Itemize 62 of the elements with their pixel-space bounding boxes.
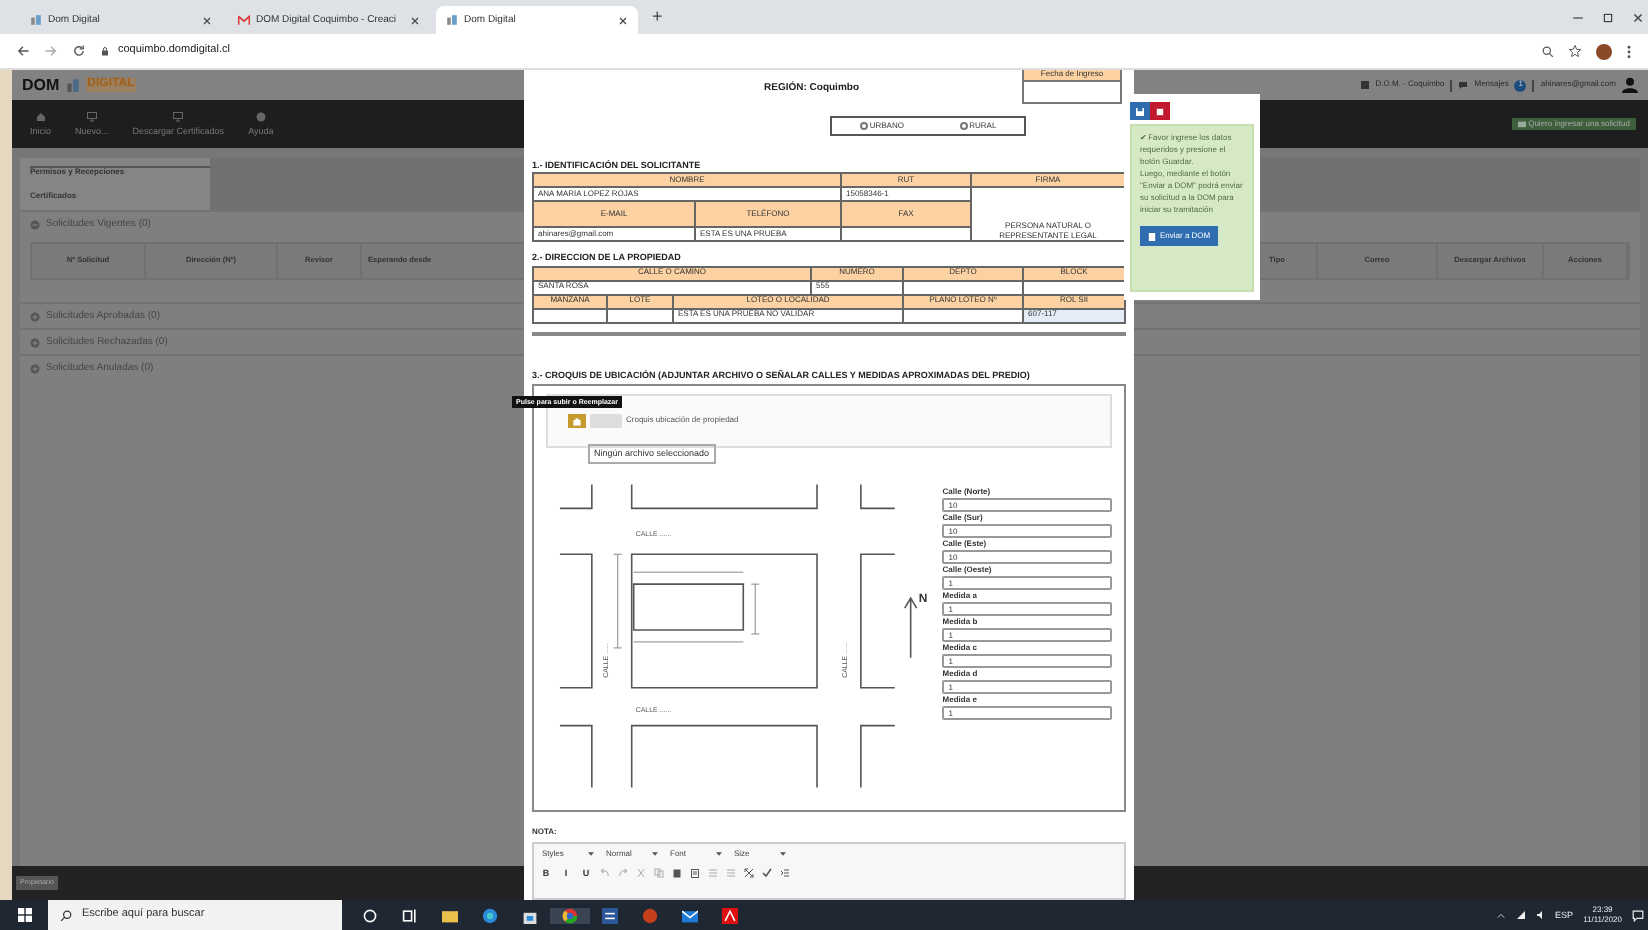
profile-avatar-icon[interactable]	[1596, 43, 1612, 59]
user-icon	[1622, 76, 1638, 94]
monitor-icon	[85, 111, 98, 122]
minimize-icon[interactable]	[1572, 11, 1584, 23]
caret-icon	[716, 852, 722, 857]
star-icon[interactable]	[1568, 44, 1582, 58]
logo-text: DOM	[22, 75, 60, 95]
folder-icon[interactable]	[442, 907, 458, 923]
building-icon	[446, 14, 458, 26]
radio-button[interactable]	[859, 121, 868, 130]
caret-icon	[588, 852, 594, 857]
messages-icon	[1458, 80, 1469, 90]
shopping-bag-icon[interactable]	[522, 907, 538, 923]
notification-icon[interactable]	[1632, 909, 1644, 921]
north-arrow-icon	[903, 596, 918, 659]
cortana-circle-icon[interactable]	[362, 907, 378, 923]
chevron-up-icon[interactable]	[1495, 911, 1506, 919]
logo-icon	[65, 76, 80, 94]
close-icon[interactable]	[1632, 11, 1644, 23]
building-icon	[30, 14, 42, 26]
clipboard-text-icon[interactable]	[690, 867, 700, 878]
monitor-icon	[172, 111, 185, 122]
lock-icon	[100, 46, 110, 56]
maximize-icon[interactable]	[1602, 11, 1614, 23]
maximize-icon[interactable]	[744, 867, 754, 878]
task-view-icon[interactable]	[402, 907, 418, 923]
more-icon[interactable]	[1626, 43, 1632, 59]
close-icon[interactable]	[618, 15, 628, 25]
home-icon	[35, 111, 46, 122]
document-icon	[1148, 231, 1156, 241]
clipboard-icon[interactable]	[672, 867, 682, 878]
help-icon	[255, 111, 266, 122]
save-button[interactable]	[1130, 102, 1150, 120]
mail-icon[interactable]	[682, 907, 698, 923]
browser-icon[interactable]	[562, 907, 578, 923]
floppy-icon	[1136, 107, 1144, 115]
windows-logo-icon[interactable]	[18, 908, 32, 922]
caret-icon	[780, 852, 786, 857]
new-tab-button[interactable]: +	[652, 6, 663, 28]
presentation-app-icon[interactable]	[642, 907, 658, 923]
spellcheck-icon[interactable]	[762, 867, 772, 878]
document-app-icon[interactable]	[602, 907, 618, 923]
browser-icon[interactable]	[482, 907, 498, 923]
zoom-icon[interactable]	[1542, 45, 1554, 57]
folder-icon	[1517, 119, 1526, 128]
network-icon[interactable]	[1515, 910, 1526, 920]
square-icon	[1156, 107, 1164, 115]
radio-button[interactable]	[959, 121, 968, 130]
reload-icon[interactable]	[72, 44, 86, 58]
upload-button[interactable]	[568, 414, 586, 429]
close-icon[interactable]	[202, 15, 212, 25]
indent-icon[interactable]	[780, 867, 790, 878]
camera-icon	[572, 417, 582, 426]
caret-icon	[652, 852, 658, 857]
search-icon	[60, 909, 72, 921]
close-icon[interactable]	[410, 15, 420, 25]
mail-icon	[238, 14, 250, 26]
delete-button[interactable]	[1150, 102, 1170, 120]
volume-icon[interactable]	[1535, 910, 1546, 920]
office-icon	[1359, 80, 1370, 90]
back-icon[interactable]	[16, 44, 30, 58]
pdf-app-icon[interactable]	[722, 907, 738, 923]
